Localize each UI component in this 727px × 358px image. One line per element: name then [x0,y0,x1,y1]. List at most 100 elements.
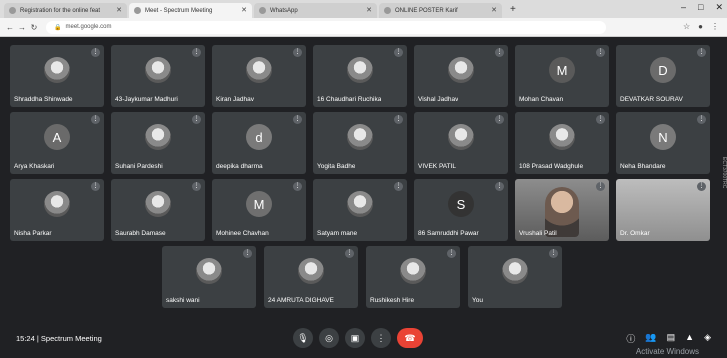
reload-icon[interactable]: ↻ [28,23,40,32]
end-call-icon: ☎ [404,332,416,343]
meeting-info: 15:24 | Spectrum Meeting [16,334,102,343]
participant-tile[interactable]: ⋮ VIVEK PATIL [414,112,508,174]
participant-tile[interactable]: d ⋮ deepika dharma [212,112,306,174]
participant-name: Saurabh Damase [115,230,166,237]
participant-tile[interactable]: D ⋮ DEVATKAR SOURAV [616,45,710,107]
participant-name: Arya Khaskari [14,163,55,170]
participant-avatar [145,57,171,83]
minimize-icon[interactable]: – [681,2,686,13]
muted-mic-icon: ⋮ [293,48,302,57]
participant-tile[interactable]: ⋮ Rushikesh Hire [366,246,460,308]
participant-name: Vishal Jadhav [418,96,459,103]
participant-name: Kiran Jadhav [216,96,254,103]
participant-tile[interactable]: ⋮ Shraddha Shinwade [10,45,104,107]
tab-favicon-icon [259,7,266,14]
chat-icon[interactable]: ▤ [667,332,676,345]
participant-tile[interactable]: ⋮ 43-Jaykumar Madhuri [111,45,205,107]
maximize-icon[interactable]: □ [698,2,703,13]
url-field[interactable]: 🔒 meet.google.com [46,20,606,34]
present-icon: ▣ [350,332,360,343]
browser-tab[interactable]: Meet - Spectrum Meeting ✕ [129,3,252,18]
back-icon[interactable]: ← [4,23,16,32]
muted-mic-icon: ⋮ [293,182,302,191]
mic-icon: 🎙 [297,332,309,343]
participant-avatar [298,258,324,284]
new-tab-button[interactable]: + [504,3,522,18]
present-button[interactable]: ▣ [345,328,365,348]
browser-actions: ☆ ● ⋮ [683,22,719,31]
participant-tile[interactable]: ⋮ Satyam mane [313,179,407,241]
meeting-grid: ECT3700TRC ⋮ Shraddha Shinwade ⋮ 43-Jaykuma… [0,37,727,358]
participant-tile[interactable]: S ⋮ 86 Samruddhi Pawar [414,179,508,241]
tab-close-icon[interactable]: ✕ [241,6,247,14]
meeting-title: Spectrum Meeting [40,334,102,343]
participant-avatar [347,191,373,217]
participant-tile[interactable]: M ⋮ Mohan Chavan [515,45,609,107]
forward-icon[interactable]: → [16,23,28,32]
menu-kebab-icon[interactable]: ⋮ [711,22,719,31]
shield-icon[interactable]: ◈ [704,332,711,345]
participant-avatar [400,258,426,284]
profile-icon[interactable]: ● [698,22,703,31]
browser-tab[interactable]: ONLINE POSTER Karif ✕ [379,3,502,18]
participant-name: 86 Samruddhi Pawar [418,230,479,237]
camera-icon: ◎ [325,332,333,343]
url-text: meet.google.com [65,24,112,30]
participant-name: VIVEK PATIL [418,163,457,170]
more-options-button[interactable]: ⋮ [371,328,391,348]
leave-call-button[interactable]: ☎ [397,328,423,348]
camera-toggle-button[interactable]: ◎ [319,328,339,348]
participant-tile[interactable]: ⋮ You [468,246,562,308]
participant-tile[interactable]: ⋮ Kiran Jadhav [212,45,306,107]
side-panel-controls: ⓘ 👥 ▤ ▲ ◈ [626,332,711,345]
participant-tile[interactable]: ⋮ Suhani Pardeshi [111,112,205,174]
muted-mic-icon: ⋮ [293,115,302,124]
participant-tile[interactable]: N ⋮ Neha Bhandare [616,112,710,174]
bookmark-star-icon[interactable]: ☆ [683,22,690,31]
muted-mic-icon: ⋮ [697,115,706,124]
participant-name: You [472,297,483,304]
participant-tile[interactable]: ⋮ 108 Prasad Wadghule [515,112,609,174]
participant-tile[interactable]: ⋮ Yogita Badhe [313,112,407,174]
participant-tile[interactable]: ⋮ 16 Chaudhari Ruchika [313,45,407,107]
muted-mic-icon: ⋮ [697,182,706,191]
participant-name: 108 Prasad Wadghule [519,163,584,170]
tab-title: ONLINE POSTER Karif [395,7,458,14]
muted-mic-icon: ⋮ [243,249,252,258]
browser-tab[interactable]: WhatsApp ✕ [254,3,377,18]
participant-name: deepika dharma [216,163,263,170]
muted-mic-icon: ⋮ [192,182,201,191]
info-icon[interactable]: ⓘ [626,332,635,345]
participant-tile[interactable]: ⋮ Nisha Parkar [10,179,104,241]
participant-name: 24 AMRUTA DIGHAVE [268,297,334,304]
close-window-icon[interactable]: ✕ [715,2,723,13]
participant-tile[interactable]: ⋮ Dr. Omkar [616,179,710,241]
side-label: ECT3700TRC [721,157,727,189]
muted-mic-icon: ⋮ [394,48,403,57]
participant-avatar: A [44,124,70,150]
people-icon[interactable]: 👥 [645,332,656,345]
tab-close-icon[interactable]: ✕ [116,6,122,14]
participant-avatar: M [246,191,272,217]
mic-toggle-button[interactable]: 🎙 [293,328,313,348]
participant-tile[interactable]: ⋮ Vishal Jadhav [414,45,508,107]
muted-mic-icon: ⋮ [91,48,100,57]
activities-icon[interactable]: ▲ [685,332,694,345]
participant-avatar [44,191,70,217]
participant-tile[interactable]: ⋮ sakshi wani [162,246,256,308]
tab-close-icon[interactable]: ✕ [366,6,372,14]
participant-name: Nisha Parkar [14,230,52,237]
address-bar: ← → ↻ 🔒 meet.google.com ☆ ● ⋮ [0,18,727,37]
participant-tile[interactable]: ⋮ 24 AMRUTA DIGHAVE [264,246,358,308]
participant-name: Mohan Chavan [519,96,564,103]
participant-tile[interactable]: ⋮ Saurabh Damase [111,179,205,241]
meeting-controls-bar: 15:24 | Spectrum Meeting 🎙 ◎ ▣ ⋮ ☎ ⓘ 👥 ▤… [0,320,727,358]
participant-tile[interactable]: ⋮ Vrushali Patil [515,179,609,241]
participant-name: DEVATKAR SOURAV [620,96,683,103]
participant-tile[interactable]: M ⋮ Mohinee Chavhan [212,179,306,241]
participant-name: Vrushali Patil [519,230,557,237]
browser-tab[interactable]: Registration for the online feat ✕ [4,3,127,18]
participant-name: Neha Bhandare [620,163,666,170]
participant-tile[interactable]: A ⋮ Arya Khaskari [10,112,104,174]
tab-close-icon[interactable]: ✕ [491,6,497,14]
